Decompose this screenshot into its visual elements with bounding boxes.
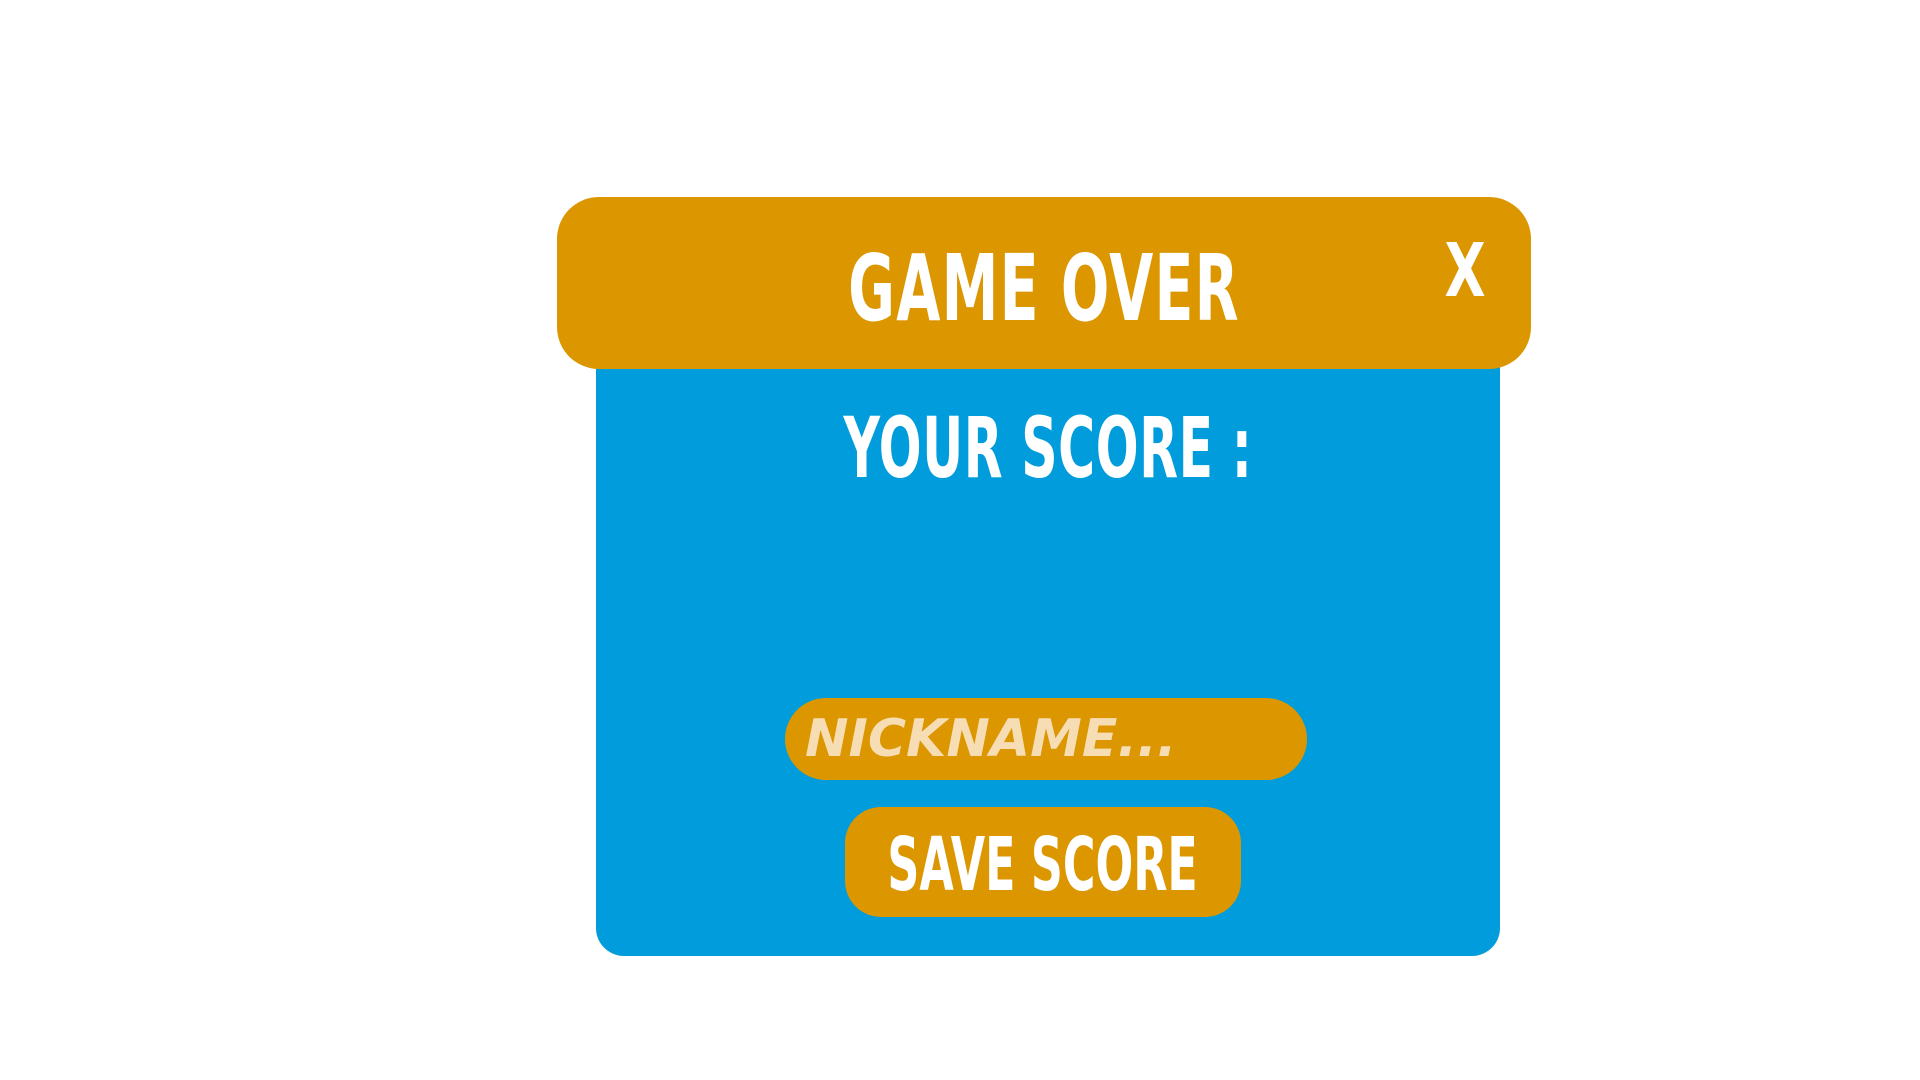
score-label: YOUR SCORE :: [843, 399, 1253, 497]
page-title: GAME OVER: [848, 234, 1240, 342]
dialog-header: GAME OVER: [557, 197, 1531, 369]
save-score-button[interactable]: SAVE SCORE: [845, 807, 1241, 917]
close-button[interactable]: X: [1440, 228, 1490, 314]
save-score-label: SAVE SCORE: [887, 822, 1199, 908]
game-over-screen: GAME OVER X YOUR SCORE : SAVE SCORE: [0, 0, 1920, 1080]
nickname-input[interactable]: [785, 698, 1307, 780]
